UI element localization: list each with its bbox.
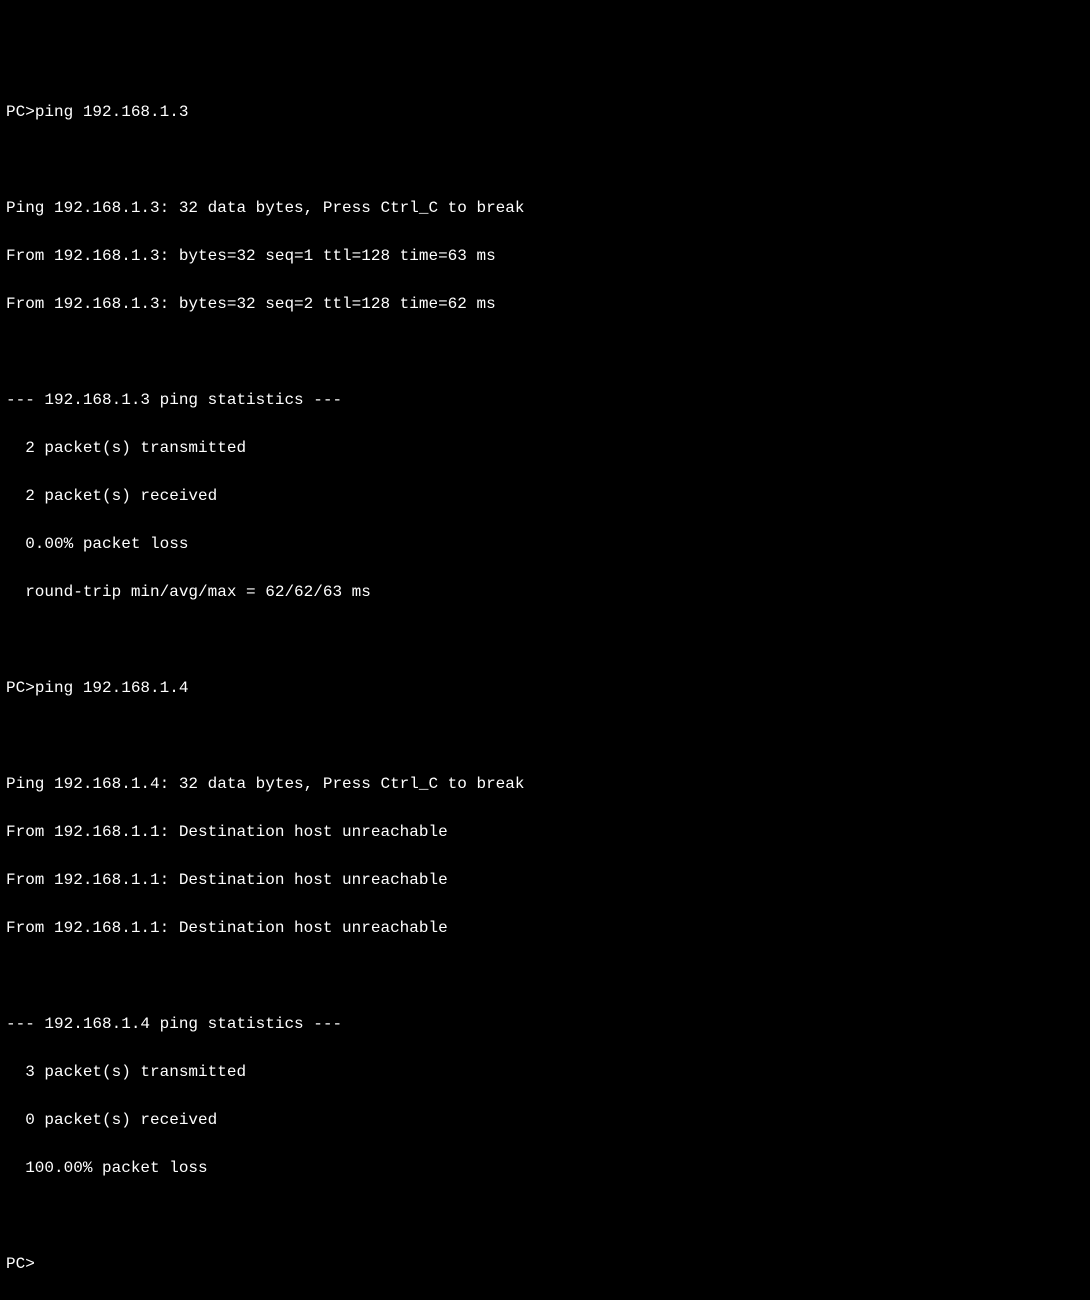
- blank-line: [6, 628, 1084, 652]
- ping-header: Ping 192.168.1.4: 32 data bytes, Press C…: [6, 772, 1084, 796]
- stats-line: 3 packet(s) transmitted: [6, 1060, 1084, 1084]
- prompt: PC>: [6, 103, 35, 121]
- command-text: ping 192.168.1.4: [35, 679, 189, 697]
- prompt: PC>: [6, 679, 35, 697]
- blank-line: [6, 1204, 1084, 1228]
- blank-line: [6, 964, 1084, 988]
- ping-reply: From 192.168.1.1: Destination host unrea…: [6, 820, 1084, 844]
- blank-line: [6, 340, 1084, 364]
- prompt-line[interactable]: PC>: [6, 1252, 1084, 1276]
- stats-line: 100.00% packet loss: [6, 1156, 1084, 1180]
- stats-line: 0.00% packet loss: [6, 532, 1084, 556]
- stats-line: round-trip min/avg/max = 62/62/63 ms: [6, 580, 1084, 604]
- command-line-2: PC>ping 192.168.1.4: [6, 676, 1084, 700]
- stats-header: --- 192.168.1.4 ping statistics ---: [6, 1012, 1084, 1036]
- stats-line: 0 packet(s) received: [6, 1108, 1084, 1132]
- ping-reply: From 192.168.1.3: bytes=32 seq=2 ttl=128…: [6, 292, 1084, 316]
- blank-line: [6, 724, 1084, 748]
- ping-reply: From 192.168.1.1: Destination host unrea…: [6, 916, 1084, 940]
- ping-header: Ping 192.168.1.3: 32 data bytes, Press C…: [6, 196, 1084, 220]
- blank-line: [6, 148, 1084, 172]
- stats-line: 2 packet(s) received: [6, 484, 1084, 508]
- command-text: ping 192.168.1.3: [35, 103, 189, 121]
- prompt: PC>: [6, 1255, 35, 1273]
- ping-reply: From 192.168.1.1: Destination host unrea…: [6, 868, 1084, 892]
- ping-reply: From 192.168.1.3: bytes=32 seq=1 ttl=128…: [6, 244, 1084, 268]
- command-line-1: PC>ping 192.168.1.3: [6, 100, 1084, 124]
- stats-header: --- 192.168.1.3 ping statistics ---: [6, 388, 1084, 412]
- terminal-output[interactable]: PC>ping 192.168.1.3 Ping 192.168.1.3: 32…: [6, 100, 1084, 1276]
- stats-line: 2 packet(s) transmitted: [6, 436, 1084, 460]
